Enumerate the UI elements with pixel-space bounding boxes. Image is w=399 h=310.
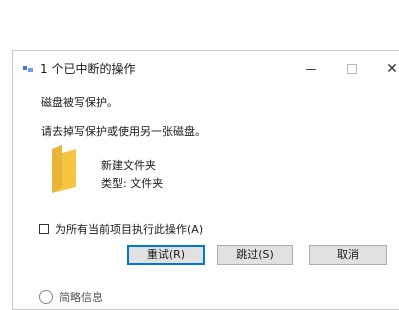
close-icon: ✕	[386, 61, 398, 77]
apply-all-label: 为所有当前项目执行此操作(A)	[55, 223, 204, 236]
close-button[interactable]: ✕	[377, 57, 399, 81]
cancel-button[interactable]: 取消	[309, 245, 387, 265]
minimize-button[interactable]	[296, 57, 326, 81]
apply-all-checkbox-row[interactable]: 为所有当前项目执行此操作(A)	[39, 221, 203, 237]
file-name: 新建文件夹	[101, 159, 156, 172]
details-label: 简略信息	[59, 291, 103, 304]
file-type: 类型: 文件夹	[101, 177, 164, 190]
details-toggle[interactable]: 简略信息	[39, 289, 103, 305]
minimize-icon	[306, 68, 316, 70]
skip-button[interactable]: 跳过(S)	[217, 245, 293, 265]
expand-circle-icon	[39, 290, 53, 304]
copy-operation-icon	[23, 66, 33, 72]
folder-icon	[52, 145, 76, 193]
maximize-icon	[347, 64, 357, 74]
instruction-message: 请去掉写保护或使用另一张磁盘。	[41, 125, 206, 138]
window-title: 1 个已中断的操作	[40, 62, 136, 76]
apply-all-checkbox[interactable]	[39, 224, 49, 234]
maximize-button	[337, 57, 367, 81]
error-message: 磁盘被写保护。	[41, 96, 118, 109]
interrupted-operation-dialog: 1 个已中断的操作 ✕ 磁盘被写保护。 请去掉写保护或使用另一张磁盘。 新建文件…	[12, 50, 399, 310]
title-bar[interactable]: 1 个已中断的操作 ✕	[13, 51, 399, 87]
retry-button[interactable]: 重试(R)	[127, 245, 205, 265]
